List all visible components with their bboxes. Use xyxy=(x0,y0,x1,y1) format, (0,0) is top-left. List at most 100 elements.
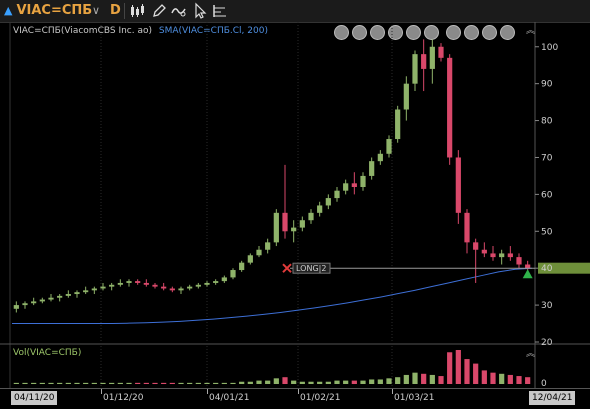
volume-bar xyxy=(299,381,305,384)
candle-body xyxy=(187,286,193,289)
ticker-label: VIAC=СПБ xyxy=(16,3,93,18)
volume-bar xyxy=(109,382,115,384)
volume-bar xyxy=(403,374,409,384)
candle-body xyxy=(438,46,444,58)
market-triangle-icon: ▲ xyxy=(4,4,13,17)
volume-bar xyxy=(195,382,201,384)
price-tick-label: 100 xyxy=(541,43,558,53)
volume-bar xyxy=(143,382,149,384)
candle-body xyxy=(369,161,375,176)
volume-bar xyxy=(291,380,297,384)
price-tick-label: 50 xyxy=(541,227,553,237)
volume-bar xyxy=(429,374,435,384)
volume-bar xyxy=(178,382,184,384)
close-icon xyxy=(282,263,292,273)
candle-body xyxy=(516,257,522,265)
candle-body xyxy=(57,295,63,298)
candle-body xyxy=(325,198,331,206)
date-start: 04/11/20 xyxy=(11,391,58,405)
candle-body xyxy=(421,54,427,69)
volume-bar xyxy=(74,382,80,384)
candle-body xyxy=(455,157,461,213)
volume-bar xyxy=(247,381,253,384)
volume-bar xyxy=(22,382,28,384)
candle-body xyxy=(499,253,505,258)
candle-body xyxy=(317,205,323,213)
candle-body xyxy=(135,281,141,283)
draw-pencil-icon[interactable] xyxy=(150,2,168,20)
volume-bar xyxy=(525,377,531,384)
volume-legend[interactable]: Vol(VIAC=СПБ) xyxy=(13,348,81,358)
volume-bar xyxy=(377,379,383,384)
toolbar: ▲ VIAC=СПБ ∨ D xyxy=(0,0,590,23)
volume-bar xyxy=(265,380,271,384)
date-tick xyxy=(207,389,208,394)
collapse-volume-icon[interactable]: ︽ xyxy=(526,349,535,359)
price-ticks: 100 90 80 70 60 50 40 30 20 xyxy=(535,43,558,348)
volume-bar xyxy=(395,377,401,384)
candle-body xyxy=(230,270,236,278)
volume-bar xyxy=(31,382,37,384)
price-tick-label: 60 xyxy=(541,190,553,200)
date-tick xyxy=(298,389,299,394)
candle-body xyxy=(429,46,435,69)
cursor-icon[interactable] xyxy=(191,2,209,20)
candle-body xyxy=(239,262,245,271)
volume-bar xyxy=(325,381,331,384)
candle-body xyxy=(39,299,45,302)
candlestick-type-icon[interactable] xyxy=(128,2,146,20)
candle-body xyxy=(117,282,123,285)
candle-body xyxy=(490,253,496,258)
candle-body xyxy=(178,288,184,291)
candle-body xyxy=(464,212,470,243)
interval-selector[interactable]: D xyxy=(110,0,121,22)
volume-bar xyxy=(343,380,349,384)
ticker-selector[interactable]: ▲ VIAC=СПБ xyxy=(4,0,92,22)
date-label: 01/02/21 xyxy=(300,393,341,403)
collapse-panel-icon[interactable]: ︽ xyxy=(526,26,535,36)
candle-body xyxy=(31,301,37,304)
toolbar-divider xyxy=(124,3,125,19)
grid xyxy=(100,22,393,388)
volume-bar xyxy=(447,352,453,384)
volume-bar xyxy=(126,382,132,384)
volume-bar xyxy=(161,382,167,384)
candle-body xyxy=(525,264,531,269)
candle-body xyxy=(256,249,262,256)
candle-body xyxy=(507,253,513,258)
price-chart[interactable]: 100 90 80 70 60 50 40 30 20 40 LONG|2 ︽ ︽ 0 xyxy=(0,22,590,388)
volume-bar xyxy=(213,382,219,384)
candle-body xyxy=(195,284,201,287)
volume-bar xyxy=(412,372,418,384)
candles xyxy=(13,39,531,313)
volume-bar xyxy=(187,382,193,384)
volume-bar xyxy=(386,378,392,384)
sma-line-group xyxy=(12,267,533,325)
volume-bar xyxy=(351,380,357,384)
settings-bars-icon[interactable] xyxy=(211,2,229,20)
candle-body xyxy=(100,286,106,289)
volume-bar xyxy=(455,350,461,384)
candle-body xyxy=(213,281,219,283)
volume-bar xyxy=(438,376,444,384)
candle-body xyxy=(343,183,349,191)
chevron-down-icon[interactable]: ∨ xyxy=(92,0,100,22)
indicator-icon[interactable] xyxy=(170,2,188,20)
volume-bar xyxy=(83,382,89,384)
volume-bar xyxy=(273,378,279,384)
volume-bar xyxy=(317,381,323,384)
candle-body xyxy=(126,281,132,283)
candle-body xyxy=(481,249,487,254)
date-label: 01/12/20 xyxy=(103,393,144,403)
candle-body xyxy=(377,153,383,162)
candle-body xyxy=(273,212,279,243)
candle-body xyxy=(360,175,366,187)
candle-body xyxy=(334,190,340,199)
volume-bar xyxy=(256,380,262,384)
volume-bar xyxy=(117,382,123,384)
volume-bar xyxy=(516,376,522,384)
volume-bar xyxy=(360,380,366,384)
price-tick-label: 80 xyxy=(541,117,553,127)
candle-body xyxy=(265,242,271,250)
candle-body xyxy=(13,305,19,309)
